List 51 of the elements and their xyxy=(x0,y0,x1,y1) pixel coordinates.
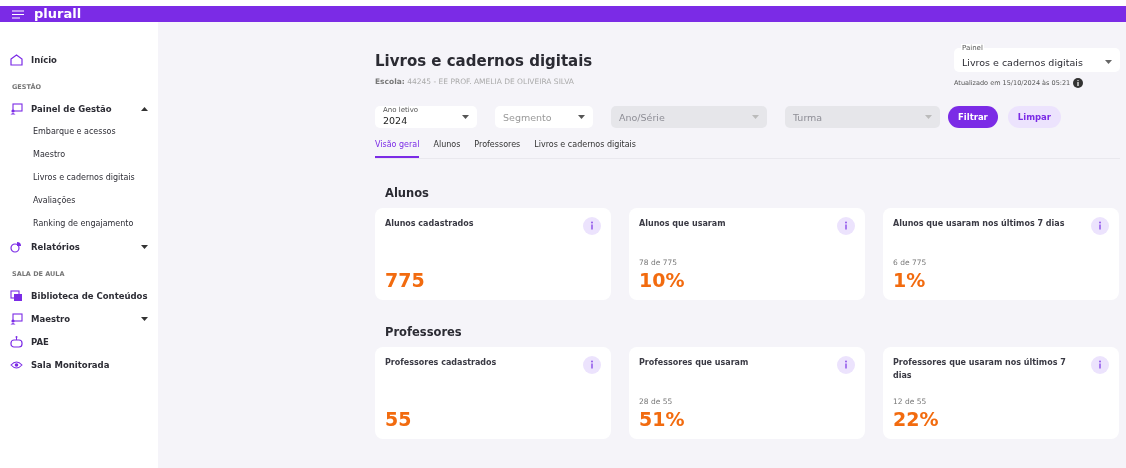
tab[interactable]: Livros e cadernos digitais xyxy=(534,140,636,158)
eye-icon xyxy=(10,358,23,371)
tab[interactable]: Visão geral xyxy=(375,140,420,158)
section-title: Professores xyxy=(385,325,463,339)
card-title: Alunos que usaram nos últimos 7 dias xyxy=(893,218,1065,230)
home-icon xyxy=(10,53,23,66)
card-title: Alunos que usaram xyxy=(639,218,726,230)
caret-icon xyxy=(578,115,585,119)
pie-chart-icon xyxy=(10,240,23,253)
logo[interactable]: plurall xyxy=(34,6,82,22)
sidebar-item[interactable]: PAE xyxy=(0,330,158,353)
card-value: 1% xyxy=(893,269,927,291)
caret-icon xyxy=(462,115,469,119)
sidebar-item[interactable]: Relatórios xyxy=(0,235,158,258)
clear-button[interactable]: Limpar xyxy=(1007,106,1062,128)
card-value: 775 xyxy=(385,269,426,291)
robot-icon xyxy=(10,335,23,348)
library-icon xyxy=(10,289,23,302)
caret-icon xyxy=(141,244,148,249)
sidebar-item[interactable]: Biblioteca de Conteúdos xyxy=(0,284,158,307)
sidebar-subitem[interactable]: Ranking de engajamento xyxy=(0,212,158,235)
card-title: Alunos cadastrados xyxy=(385,218,474,230)
card-value: 55 xyxy=(385,408,413,430)
caret-icon xyxy=(925,115,932,119)
caret-icon xyxy=(1105,60,1112,64)
sidebar-item[interactable]: Painel de Gestão xyxy=(0,97,158,120)
presentation-icon xyxy=(10,312,23,325)
menu-icon[interactable] xyxy=(12,9,24,19)
card-value: 10% xyxy=(639,269,686,291)
tab[interactable]: Alunos xyxy=(433,140,461,158)
sidebar-subitem[interactable]: Avaliações xyxy=(0,189,158,212)
sidebar-item[interactable]: Maestro xyxy=(0,307,158,330)
presentation-icon xyxy=(10,102,23,115)
caret-icon xyxy=(752,115,759,119)
tab[interactable]: Professores xyxy=(474,140,521,158)
sidebar-item[interactable]: Início xyxy=(0,48,158,71)
card-title: Professores que usaram xyxy=(639,357,749,369)
sidebar-subitem[interactable]: Livros e cadernos digitais xyxy=(0,166,158,189)
sidebar-subitem[interactable]: Maestro xyxy=(0,143,158,166)
caret-icon xyxy=(141,106,148,111)
page-title: Livros e cadernos digitais xyxy=(375,52,593,70)
card-value: 51% xyxy=(639,408,686,430)
sidebar-subitem[interactable]: Embarque e acessos xyxy=(0,120,158,143)
card-value: 22% xyxy=(893,408,940,430)
section-title: Alunos xyxy=(385,186,430,200)
info-icon[interactable] xyxy=(1073,78,1084,88)
caret-icon xyxy=(141,316,148,321)
card-title: Professores cadastrados xyxy=(385,357,497,369)
card-title: Professores que usaram nos últimos 7 dias xyxy=(893,357,1067,382)
sidebar-item[interactable]: Sala Monitorada xyxy=(0,353,158,376)
filter-button[interactable]: Filtrar xyxy=(948,106,998,128)
